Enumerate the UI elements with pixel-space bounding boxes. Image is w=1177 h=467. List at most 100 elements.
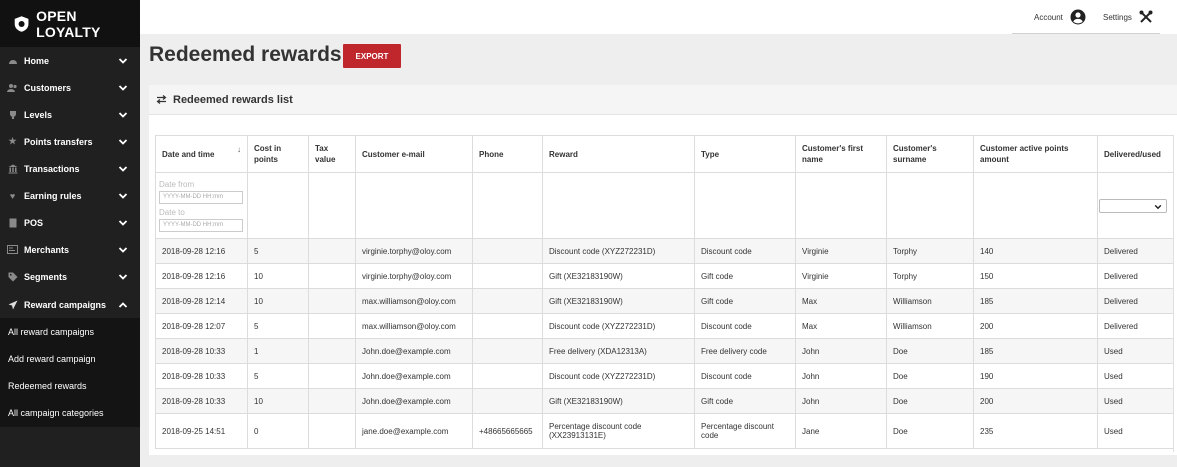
sort-arrow-icon: ↓	[237, 145, 241, 154]
sidebar-item-transactions[interactable]: Transactions	[0, 155, 140, 182]
table-cell: 190	[973, 363, 1098, 389]
export-button[interactable]: EXPORT	[343, 44, 401, 68]
column-header-email[interactable]: Customer e-mail	[355, 135, 473, 173]
column-header-label: Customer active points amount	[980, 144, 1069, 164]
table-row[interactable]: 2018-09-25 14:51 0 jane.doe@example.com +48…	[155, 413, 1174, 449]
table-cell	[308, 363, 356, 389]
column-header-label: Tax value	[315, 144, 336, 164]
chevron-down-icon	[118, 58, 128, 64]
tools-icon	[1139, 10, 1153, 23]
table-cell	[472, 288, 543, 314]
table-cell: 2018-09-28 12:07	[155, 313, 248, 339]
column-header-date[interactable]: Date and time ↓	[155, 135, 248, 173]
table-cell: max.williamson@oloy.com	[355, 288, 473, 314]
submenu-item-add-reward-campaign[interactable]: Add reward campaign	[0, 345, 140, 372]
submenu-item-all-campaign-categories[interactable]: All campaign categories	[0, 399, 140, 426]
trophy-icon	[7, 109, 18, 120]
table-row[interactable]: 2018-09-28 12:07 5 max.williamson@oloy.com…	[155, 313, 1174, 339]
heart-icon: ♥	[9, 190, 16, 201]
table-cell: Williamson	[886, 288, 974, 314]
card-title: Redeemed rewards list	[173, 93, 293, 106]
filter-cell	[886, 172, 974, 239]
column-header-label: Reward	[549, 149, 578, 159]
table-cell: 185	[973, 338, 1098, 364]
column-header-label: Delivered/used	[1104, 149, 1161, 159]
table-cell: Gift code	[694, 263, 796, 289]
table-cell: 2018-09-28 12:16	[155, 263, 248, 289]
table-cell: Virginie	[795, 263, 887, 289]
table-cell: 200	[973, 388, 1098, 414]
table-cell	[308, 338, 356, 364]
table-cell: 2018-09-28 10:33	[155, 388, 248, 414]
column-header-first-name[interactable]: Customer's first name	[795, 135, 887, 173]
column-header-reward[interactable]: Reward	[542, 135, 695, 173]
submenu-item-all-reward-campaigns[interactable]: All reward campaigns	[0, 318, 140, 345]
table-cell: 10	[247, 288, 309, 314]
column-header-cost[interactable]: Cost in points	[247, 135, 309, 173]
table-cell: Max	[795, 313, 887, 339]
chevron-up-icon	[118, 302, 128, 308]
chevron-down-icon	[118, 274, 128, 280]
date-to-input[interactable]: YYYY-MM-DD HH:mm	[159, 218, 243, 232]
table-cell: virginie.torphy@oloy.com	[355, 263, 473, 289]
tag-icon	[7, 271, 18, 282]
brand-name: OPEN LOYALTY	[36, 7, 101, 40]
table-cell	[308, 288, 356, 314]
exchange-icon	[156, 95, 167, 104]
table-row[interactable]: 2018-09-28 10:33 10 John.doe@example.com Gi…	[155, 388, 1174, 414]
column-header-active-points[interactable]: Customer active points amount	[973, 135, 1098, 173]
table-row[interactable]: 2018-09-28 12:14 10 max.williamson@oloy.co…	[155, 288, 1174, 314]
table-cell: Free delivery code	[694, 338, 796, 364]
filter-cell	[795, 172, 887, 239]
table-cell: 235	[973, 413, 1098, 449]
table-cell: virginie.torphy@oloy.com	[355, 238, 473, 264]
sidebar-item-levels[interactable]: Levels	[0, 101, 140, 128]
sidebar-item-segments[interactable]: Segments	[0, 263, 140, 290]
column-header-tax[interactable]: Tax value	[308, 135, 356, 173]
column-header-surname[interactable]: Customer's surname	[886, 135, 974, 173]
account-link[interactable]: Account	[1034, 0, 1086, 34]
date-from-input[interactable]: YYYY-MM-DD HH:mm	[159, 190, 243, 204]
date-to-label: Date to	[159, 207, 185, 217]
column-header-label: Phone	[479, 149, 504, 159]
table-cell: 150	[973, 263, 1098, 289]
table-cell: Max	[795, 288, 887, 314]
sidebar-item-reward-campaigns[interactable]: Reward campaigns	[0, 291, 140, 318]
submenu-item-redeemed-rewards[interactable]: Redeemed rewards	[0, 372, 140, 399]
table-cell: John	[795, 363, 887, 389]
submenu-item-label: All campaign categories	[8, 407, 104, 418]
column-header-delivered[interactable]: Delivered/used	[1097, 135, 1174, 173]
table-row[interactable]: 2018-09-28 12:16 10 virginie.torphy@oloy.c…	[155, 263, 1174, 289]
card-header: Redeemed rewards list	[149, 85, 1177, 115]
table-cell	[308, 238, 356, 264]
table-header-row: Date and time ↓ Cost in points Tax value …	[155, 135, 1174, 173]
table-cell: Gift (XE32183190W)	[542, 388, 695, 414]
table-cell: Discount code	[694, 313, 796, 339]
table-row[interactable]: 2018-09-28 10:33 5 John.doe@example.com Dis…	[155, 363, 1174, 389]
table-cell	[308, 413, 356, 449]
column-header-phone[interactable]: Phone	[472, 135, 543, 173]
filter-cell	[308, 172, 356, 239]
brand-logo[interactable]: OPEN LOYALTY	[0, 0, 140, 47]
table-row[interactable]: 2018-09-28 10:33 1 John.doe@example.com Fre…	[155, 338, 1174, 364]
delivered-filter-select[interactable]	[1099, 198, 1167, 213]
page-title: Redeemed rewards	[149, 43, 342, 66]
sidebar-item-pos[interactable]: POS	[0, 209, 140, 236]
account-label: Account	[1034, 12, 1063, 22]
sidebar-item-earning-rules[interactable]: ♥ Earning rules	[0, 182, 140, 209]
table-cell: Doe	[886, 413, 974, 449]
table-cell: 140	[973, 238, 1098, 264]
sidebar-item-customers[interactable]: Customers	[0, 74, 140, 101]
column-header-label: Date and time	[162, 149, 215, 159]
table-row[interactable]: 2018-09-28 12:16 5 virginie.torphy@oloy.co…	[155, 238, 1174, 264]
sidebar-item-points-transfers[interactable]: ★ Points transfers	[0, 128, 140, 155]
table-cell: John.doe@example.com	[355, 338, 473, 364]
sidebar-item-merchants[interactable]: Merchants	[0, 236, 140, 263]
sidebar-item-home[interactable]: Home	[0, 47, 140, 74]
table-cell: Used	[1097, 338, 1174, 364]
filter-cell	[472, 172, 543, 239]
table-cell	[472, 263, 543, 289]
filter-cell	[542, 172, 695, 239]
settings-link[interactable]: Settings	[1103, 0, 1153, 34]
column-header-type[interactable]: Type	[694, 135, 796, 173]
